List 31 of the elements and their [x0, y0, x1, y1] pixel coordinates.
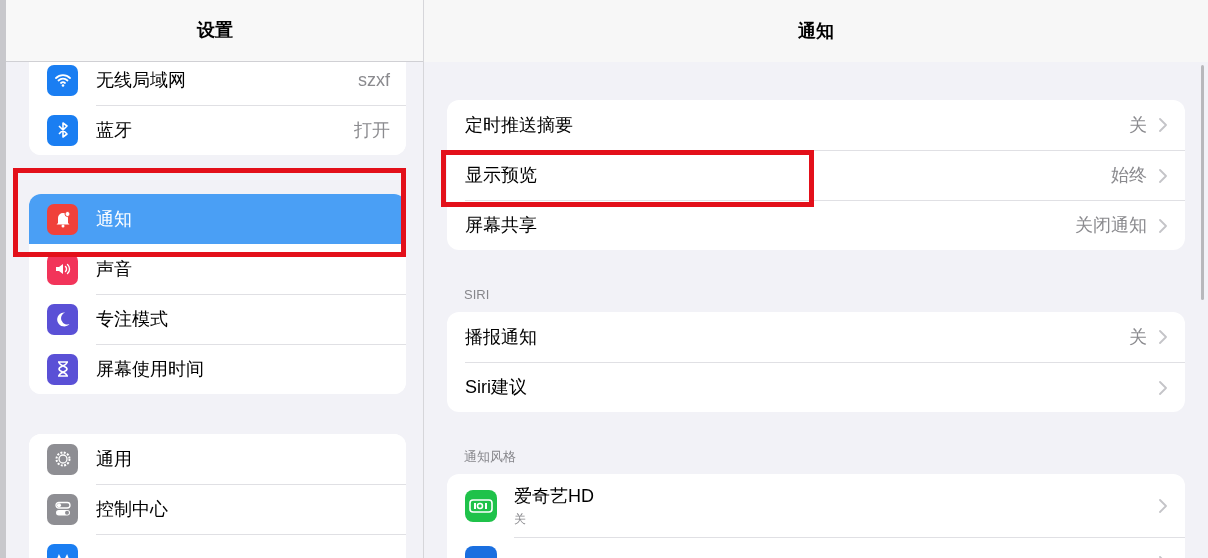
settings-row[interactable]: Siri建议 [447, 362, 1185, 412]
row-subtitle: 关 [514, 511, 527, 528]
chevron-icon [1159, 118, 1167, 132]
chevron-icon [1159, 380, 1167, 395]
moon-icon [47, 303, 78, 335]
settings-row[interactable]: 定时推送摘要 关 [447, 100, 1185, 150]
chevron-icon [1159, 330, 1167, 344]
status-value: 关 [1129, 113, 1147, 137]
chevron-icon [1159, 218, 1167, 233]
bluetooth-icon [47, 114, 78, 146]
toggles-icon [47, 493, 78, 525]
settings-row[interactable]: 播报通知 关 [447, 312, 1185, 362]
status-value: 始终 [1111, 164, 1147, 187]
chevron-icon [1159, 498, 1167, 513]
status-value: 打开 [354, 119, 390, 142]
gear-icon [47, 443, 78, 475]
bell-icon [47, 203, 78, 235]
wifi-icon [47, 64, 78, 96]
sidebar-title: 设置 [196, 19, 233, 42]
section-header: SIRI [464, 285, 490, 304]
status-value: 关 [1129, 325, 1147, 349]
page-title: 通知 [798, 19, 834, 43]
settings-row[interactable]: 显示预览 始终 [447, 150, 1185, 200]
app-icon [465, 489, 497, 522]
section-header: 通知风格 [464, 447, 516, 466]
status-value: 关闭通知 [1075, 214, 1147, 237]
hourglass-icon [47, 353, 78, 385]
scrollbar[interactable] [1201, 65, 1204, 300]
chevron-icon [1159, 168, 1167, 183]
status-value: szxf [358, 68, 390, 92]
settings-row[interactable]: 屏幕共享 关闭通知 [447, 200, 1185, 250]
